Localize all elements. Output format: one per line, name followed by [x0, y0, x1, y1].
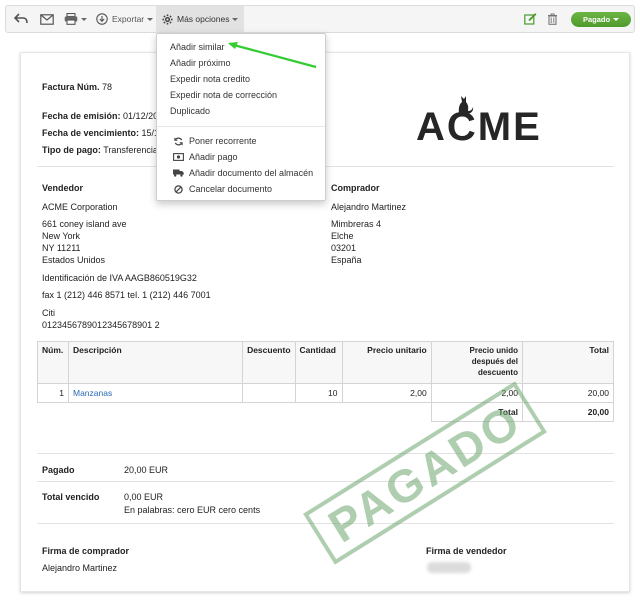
menu-item-label: Añadir pago: [189, 152, 238, 162]
export-button[interactable]: Exportar: [96, 6, 154, 32]
buyer-city: Elche: [331, 231, 354, 241]
cell-total: 20,00: [521, 383, 615, 403]
seller-zip: NY 11211: [42, 243, 81, 253]
cat-icon: [458, 96, 474, 114]
reply-arrow-icon: [14, 13, 28, 25]
menu-item-label: Añadir documento del almacén: [189, 168, 314, 178]
truck-icon: [171, 169, 185, 177]
chevron-down-icon: [81, 17, 87, 21]
overdue-label: Total vencido: [42, 492, 100, 502]
print-button[interactable]: [64, 6, 87, 32]
more-options-label: Más opciones: [177, 14, 230, 24]
menu-item-credit-note[interactable]: Expedir nota credito: [157, 71, 325, 87]
overdue-value: 0,00 EUR: [124, 492, 164, 502]
divider: [37, 481, 614, 482]
menu-item-set-recurring[interactable]: Poner recorrente: [157, 133, 325, 149]
col-header-num: Núm.: [37, 341, 69, 384]
menu-item-duplicate[interactable]: Duplicado: [157, 103, 325, 119]
cell-unit-price: 2,00: [341, 383, 432, 403]
blurred-seller-signature: [427, 562, 471, 573]
buyer-heading: Comprador: [331, 183, 380, 193]
col-header-description: Descripción: [67, 341, 244, 384]
seller-bank: Citi: [42, 308, 55, 318]
item-description-link[interactable]: Manzanas: [67, 383, 244, 403]
printer-icon: [64, 13, 78, 25]
menu-item-cancel-document[interactable]: Cancelar documento: [157, 181, 325, 197]
paid-value: 20,00 EUR: [124, 465, 169, 475]
seller-name: ACME Corporation: [42, 202, 118, 212]
cell-quantity: 10: [294, 383, 343, 403]
buyer-signature-name: Alejandro Martinez: [42, 563, 118, 573]
paid-label: Pagado: [42, 465, 75, 475]
seller-city: New York: [42, 231, 81, 241]
divider: [37, 453, 614, 454]
seller-vat: Identificación de IVA AAGB860519G32: [42, 273, 197, 283]
col-header-price-after-discount: Precio unido después del descuento: [430, 341, 523, 384]
col-header-total: Total: [521, 341, 615, 384]
seller-heading: Vendedor: [42, 183, 84, 193]
company-logo: ACME: [416, 96, 542, 150]
menu-divider: [157, 126, 325, 127]
email-button[interactable]: [40, 6, 54, 32]
status-dropdown-button[interactable]: Pagado: [571, 12, 631, 27]
menu-item-add-warehouse-document[interactable]: Añadir documento del almacén: [157, 165, 325, 181]
more-options-button[interactable]: Más opciones: [156, 6, 245, 32]
amount-in-words: En palabras: cero EUR cero cents: [124, 505, 261, 515]
money-icon: [171, 153, 185, 161]
annotation-arrow-icon: [228, 42, 317, 69]
toolbar: Exportar Más opciones Pagado: [5, 5, 635, 33]
seller-country: Estados Unidos: [42, 255, 106, 265]
status-label: Pagado: [582, 15, 611, 24]
chevron-down-icon: [232, 17, 239, 21]
refresh-icon: [171, 137, 185, 146]
gear-icon: [162, 13, 173, 25]
col-header-unit-price: Precio unitario: [341, 341, 432, 384]
seller-address: 661 coney island ave: [42, 219, 127, 229]
back-button[interactable]: [14, 6, 28, 32]
menu-item-label: Cancelar documento: [189, 184, 273, 194]
menu-item-label: Poner recorrente: [189, 136, 257, 146]
invoice-number: Factura Núm. 78: [42, 82, 113, 92]
delete-button[interactable]: [547, 6, 558, 32]
download-icon: [96, 13, 108, 25]
buyer-zip: 03201: [331, 243, 357, 253]
seller-phones: fax 1 (212) 446 8571 tel. 1 (212) 446 70…: [42, 290, 211, 300]
ban-icon: [171, 184, 185, 194]
menu-item-correction-note[interactable]: Expedir nota de corrección: [157, 87, 325, 103]
payment-type: Tipo de pago: Transferencia: [42, 145, 158, 155]
cell-num: 1: [37, 383, 69, 403]
seller-account: 0123456789012345678901 2: [42, 320, 160, 330]
edit-button[interactable]: [524, 6, 537, 32]
chevron-down-icon: [147, 17, 154, 21]
table-header-row: Núm. Descripción Descuento Cantidad Prec…: [37, 341, 615, 384]
buyer-country: España: [331, 255, 362, 265]
envelope-icon: [40, 13, 54, 25]
col-header-quantity: Cantidad: [294, 341, 343, 384]
due-date: Fecha de vencimiento: 15/1: [42, 128, 160, 138]
cell-discount: [242, 383, 296, 403]
edit-icon: [524, 13, 537, 25]
menu-item-add-payment[interactable]: Añadir pago: [157, 149, 325, 165]
export-label: Exportar: [112, 14, 145, 24]
buyer-address: Mimbreras 4: [331, 219, 382, 229]
trash-icon: [547, 13, 558, 25]
seller-signature-label: Firma de vendedor: [426, 546, 507, 556]
issue-date: Fecha de emisión: 01/12/20: [42, 111, 159, 121]
col-header-discount: Descuento: [242, 341, 296, 384]
buyer-name: Alejandro Martinez: [331, 202, 407, 212]
buyer-signature-label: Firma de comprador: [42, 546, 130, 556]
chevron-down-icon: [613, 18, 620, 21]
